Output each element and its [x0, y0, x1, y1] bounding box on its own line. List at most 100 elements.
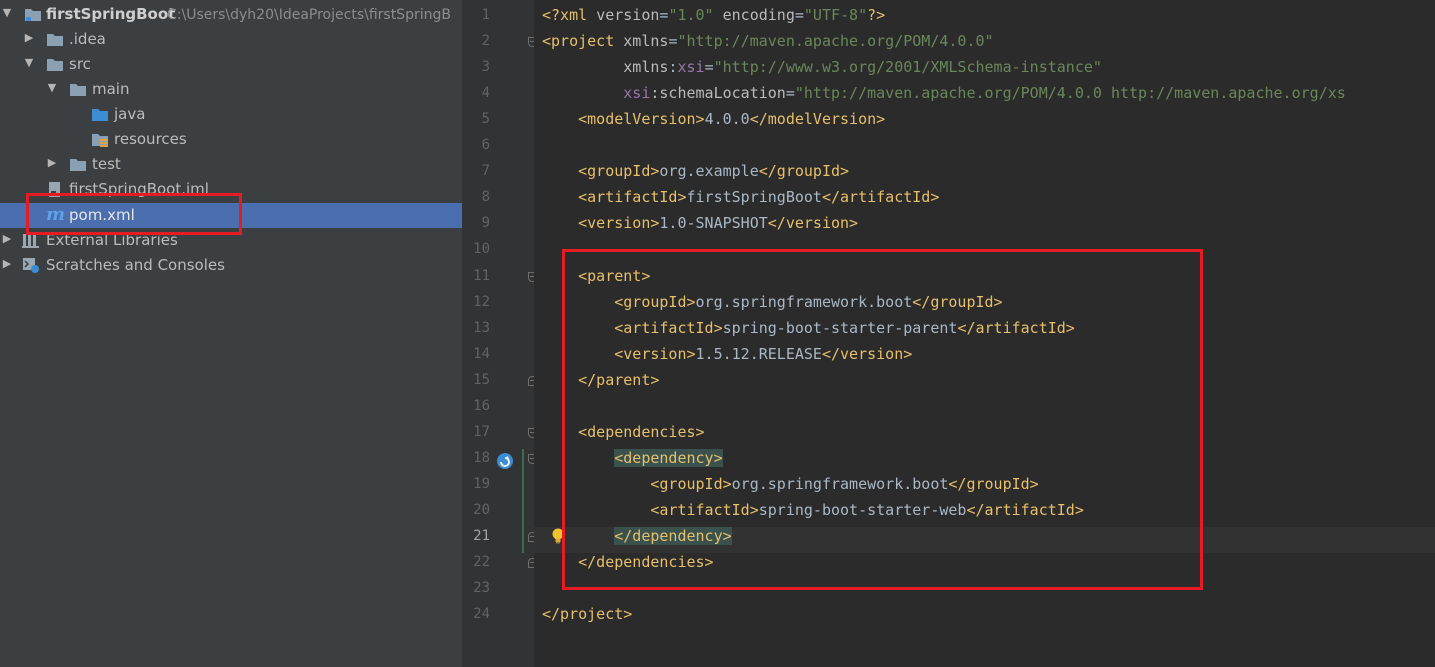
code-line: xmlns:xsi="http://www.w3.org/2001/XMLSch… — [542, 54, 1102, 80]
expand-arrow-icon[interactable]: ▼ — [22, 55, 36, 71]
line-number: 4 — [481, 85, 490, 102]
expand-arrow-icon[interactable]: ▼ — [0, 5, 14, 21]
code-token: "http://maven.apache.org/POM/4.0.0 http:… — [794, 84, 1346, 103]
code-token: spring-boot-starter-parent — [722, 318, 958, 337]
code-token: </parent> — [542, 370, 660, 389]
tree-item-label: firstSpringBoot.iml — [69, 180, 209, 198]
code-line: <groupId>org.springframework.boot</group… — [542, 289, 1003, 315]
tree-item-label: External Libraries — [46, 231, 178, 249]
project-tree-panel: ▼ firstSpringBoot C:\Users\dyh20\IdeaPro… — [0, 0, 462, 667]
code-token: </project> — [542, 605, 633, 624]
tree-item-test[interactable]: ▶ test — [0, 152, 462, 177]
code-token: </artifactId> — [966, 500, 1084, 519]
code-token: version — [596, 6, 660, 24]
tree-item-external-libraries[interactable]: ▶ External Libraries — [0, 228, 462, 253]
code-token: <artifactId> — [542, 188, 687, 207]
code-line: <dependency> — [542, 445, 723, 471]
code-line: <groupId>org.example</groupId> — [542, 158, 849, 184]
line-number: 5 — [481, 111, 490, 128]
line-number: 1 — [481, 7, 490, 23]
module-path: C:\Users\dyh20\IdeaProjects\firstSpringB — [167, 7, 451, 23]
line-number: 6 — [481, 137, 490, 154]
spring-run-icon[interactable] — [496, 452, 514, 470]
code-token: <artifactId> — [542, 318, 723, 337]
tree-item-label: main — [92, 80, 130, 98]
iml-file-icon — [49, 182, 60, 197]
line-number: 18 — [473, 449, 490, 466]
code-token: 1.5.12.RELEASE — [695, 344, 822, 363]
code-line: <modelVersion>4.0.0</modelVersion> — [542, 106, 885, 132]
code-token: <modelVersion> — [542, 110, 705, 129]
line-number: 2 — [481, 33, 490, 50]
code-token: spring-boot-starter-web — [758, 500, 967, 519]
folder-icon — [47, 34, 63, 46]
code-token: </version> — [767, 214, 859, 233]
editor-gutter: 1 2 3 4 5 6 7 8 9 10 11 12 13 14 15 16 17 18 19 20 21 22 23 24 — [462, 0, 537, 667]
line-number: 3 — [481, 59, 490, 76]
code-line: <parent> — [542, 263, 650, 289]
tree-item-pom-xml[interactable]: m pom.xml — [0, 203, 462, 228]
tree-item-java[interactable]: java — [0, 102, 462, 127]
tree-item-scratches[interactable]: ▶ Scratches and Consoles — [0, 253, 462, 278]
code-token: </groupId> — [948, 474, 1039, 493]
line-number: 14 — [473, 345, 490, 362]
maven-file-icon: m — [46, 204, 66, 225]
line-number: 16 — [473, 397, 490, 414]
code-token: "http://maven.apache.org/POM/4.0.0" — [677, 32, 994, 51]
line-number: 15 — [473, 371, 490, 388]
resources-folder-icon — [92, 134, 108, 147]
code-token: = — [794, 6, 804, 24]
code-token: xmlns — [542, 58, 669, 77]
folder-icon — [70, 84, 86, 96]
code-token: ?> — [867, 6, 886, 24]
code-token: org.springframework.boot — [695, 292, 913, 311]
line-number: 22 — [473, 554, 490, 571]
line-number: 19 — [473, 475, 490, 492]
tree-item-label: java — [114, 105, 146, 123]
tree-item-resources[interactable]: resources — [0, 127, 462, 152]
code-line: <artifactId>firstSpringBoot</artifactId> — [542, 184, 939, 210]
code-token: </artifactId> — [957, 318, 1075, 337]
code-token: 1.0-SNAPSHOT — [659, 214, 768, 233]
code-token: </dependencies> — [542, 553, 714, 572]
module-folder-icon — [25, 9, 41, 21]
code-token: 4.0.0 — [704, 110, 750, 129]
vcs-change-marker — [522, 449, 524, 553]
code-token: <groupId> — [542, 474, 732, 493]
code-token: org.example — [659, 162, 759, 181]
code-token: <groupId> — [542, 162, 660, 181]
code-token: </groupId> — [912, 292, 1003, 311]
collapsed-arrow-icon[interactable]: ▶ — [0, 256, 14, 272]
code-line: </dependency> — [542, 523, 732, 549]
code-token: <artifactId> — [542, 500, 759, 519]
line-number: 9 — [481, 215, 490, 232]
collapsed-arrow-icon[interactable]: ▶ — [45, 155, 59, 171]
code-token: = — [785, 84, 795, 103]
code-token: = — [704, 58, 714, 77]
tree-item-label: firstSpringBoot — [46, 5, 176, 23]
scratches-icon — [23, 258, 39, 273]
code-line: <dependencies> — [542, 419, 704, 445]
folder-icon — [70, 159, 86, 171]
line-number: 17 — [473, 423, 490, 440]
lightbulb-icon[interactable] — [551, 528, 565, 544]
line-number: 7 — [481, 163, 490, 180]
tree-item-iml[interactable]: firstSpringBoot.iml — [0, 177, 462, 202]
collapsed-arrow-icon[interactable]: ▶ — [0, 231, 14, 247]
tree-item-label: pom.xml — [69, 206, 135, 224]
code-line: </project> — [542, 601, 632, 627]
tree-item-idea[interactable]: ▶ .idea — [0, 27, 462, 52]
code-line: <project xmlns="http://maven.apache.org/… — [542, 28, 994, 54]
line-number: 13 — [473, 319, 490, 336]
tree-item-firstspringboot[interactable]: ▼ firstSpringBoot C:\Users\dyh20\IdeaPro… — [0, 2, 462, 27]
code-token: <parent> — [542, 266, 651, 285]
code-line: <groupId>org.springframework.boot</group… — [542, 471, 1039, 497]
code-token: </groupId> — [758, 162, 850, 181]
collapsed-arrow-icon[interactable]: ▶ — [22, 30, 36, 46]
code-line: <artifactId>spring-boot-starter-parent</… — [542, 315, 1075, 341]
tree-item-src[interactable]: ▼ src — [0, 52, 462, 77]
expand-arrow-icon[interactable]: ▼ — [45, 80, 59, 96]
tree-item-main[interactable]: ▼ main — [0, 77, 462, 102]
line-number: 11 — [473, 267, 490, 284]
